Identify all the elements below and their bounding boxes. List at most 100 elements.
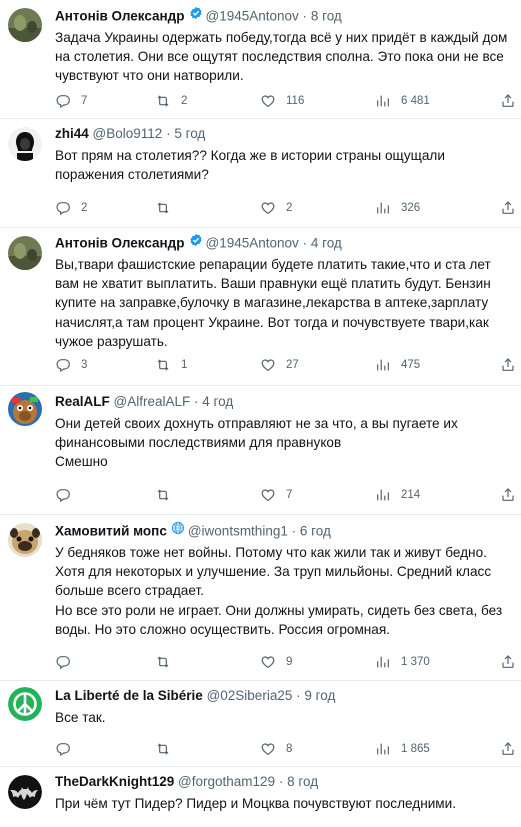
reply-icon	[55, 200, 71, 216]
avatar[interactable]	[8, 8, 42, 42]
reply-button[interactable]: 2	[55, 199, 91, 217]
share-button[interactable]	[500, 740, 521, 758]
views-button[interactable]: 326	[375, 199, 420, 217]
retweet-button[interactable]	[155, 653, 191, 671]
tweet-time[interactable]: 9 год	[304, 688, 335, 703]
author-handle[interactable]: @1945Antonov	[206, 9, 299, 24]
retweet-count: 1	[181, 359, 188, 371]
author-handle[interactable]: @02Siberia25	[207, 688, 293, 703]
tweet-time[interactable]: 8 год	[311, 9, 342, 24]
tweet-header: zhi44 @Bolo9112 · 5 год	[55, 122, 513, 146]
tweet-text: Они детей своих дохнуть отправляют не за…	[55, 416, 458, 470]
share-button[interactable]	[500, 486, 521, 504]
separator-dot: ·	[291, 523, 297, 539]
views-count: 475	[401, 359, 421, 371]
like-button[interactable]: 27	[260, 356, 299, 374]
tweet-time[interactable]: 4 год	[311, 236, 342, 251]
tweet-actions: 2 2 326	[55, 199, 513, 217]
tweet-time[interactable]: 6 год	[300, 524, 331, 539]
reply-icon	[55, 741, 71, 757]
author-name[interactable]: Антонів Олександр	[55, 236, 185, 251]
like-button[interactable]: 9	[260, 653, 296, 671]
reply-button[interactable]	[55, 653, 91, 671]
share-icon	[500, 93, 516, 109]
tweet-header: RealALF @AlfrealALF · 4 год	[55, 390, 513, 414]
tweet-header: Хамовитий мопс @iwontsmthing1 · 6 год	[55, 519, 513, 543]
author-handle[interactable]: @iwontsmthing1	[188, 524, 288, 539]
tweet-time[interactable]: 4 год	[202, 394, 233, 409]
reply-thread: Антонів Олександр @1945Antonov · 8 год За…	[0, 0, 521, 827]
like-count: 2	[286, 202, 293, 214]
reply-button[interactable]	[55, 486, 91, 504]
retweet-button[interactable]	[155, 486, 191, 504]
avatar[interactable]	[8, 236, 42, 270]
author-name[interactable]: Хамовитий мопс	[55, 524, 167, 539]
tweet[interactable]: Антонів Олександр @1945Antonov · 4 год Вы…	[0, 228, 521, 386]
share-button[interactable]	[500, 356, 521, 374]
tweet-time[interactable]: 5 год	[174, 126, 205, 141]
tweet[interactable]: zhi44 @Bolo9112 · 5 год Вот прям на стол…	[0, 119, 521, 228]
views-count: 6 481	[401, 95, 430, 107]
share-button[interactable]	[500, 199, 521, 217]
tweet[interactable]: RealALF @AlfrealALF · 4 год Они детей св…	[0, 386, 521, 515]
author-name[interactable]: TheDarkKnight129	[55, 774, 174, 789]
reply-count: 2	[81, 202, 88, 214]
views-count: 1 370	[401, 656, 430, 668]
tweet[interactable]: TheDarkKnight129 @forgotham129 · 8 год П…	[0, 767, 521, 827]
tweet-text: Все так.	[55, 710, 106, 725]
like-count: 116	[286, 95, 305, 107]
views-button[interactable]: 1 370	[375, 653, 430, 671]
retweet-button[interactable]: 2	[155, 92, 191, 110]
avatar[interactable]	[8, 127, 42, 161]
views-icon	[375, 741, 391, 757]
separator-dot: ·	[302, 235, 308, 251]
tweet[interactable]: La Liberté de la Sibérie @02Siberia25 · …	[0, 681, 521, 767]
author-name[interactable]: RealALF	[55, 394, 110, 409]
retweet-button[interactable]: 1	[155, 356, 191, 374]
reply-button[interactable]: 3	[55, 356, 91, 374]
reply-button[interactable]	[55, 740, 91, 758]
reply-icon	[55, 93, 71, 109]
views-button[interactable]: 214	[375, 486, 420, 504]
author-handle[interactable]: @forgotham129	[178, 774, 275, 789]
author-handle[interactable]: @Bolo9112	[93, 126, 163, 141]
like-button[interactable]: 2	[260, 199, 296, 217]
views-icon	[375, 200, 391, 216]
like-button[interactable]: 116	[260, 92, 304, 110]
retweet-icon	[155, 741, 171, 757]
retweet-count: 2	[181, 95, 188, 107]
author-handle[interactable]: @AlfrealALF	[114, 394, 191, 409]
tweet[interactable]: Антонів Олександр @1945Antonov · 8 год За…	[0, 0, 521, 119]
like-count: 7	[286, 489, 293, 501]
views-button[interactable]: 1 865	[375, 740, 430, 758]
tweet-text: Задача Украины одержать победу,тогда всё…	[55, 30, 508, 84]
share-icon	[500, 200, 516, 216]
avatar[interactable]	[8, 775, 42, 809]
tweet[interactable]: Хамовитий мопс @iwontsmthing1 · 6 год У б…	[0, 515, 521, 681]
reply-button[interactable]: 7	[55, 92, 91, 110]
author-handle[interactable]: @1945Antonov	[206, 236, 299, 251]
retweet-icon	[155, 357, 171, 373]
like-button[interactable]: 7	[260, 486, 296, 504]
author-name[interactable]: zhi44	[55, 126, 89, 141]
retweet-icon	[155, 487, 171, 503]
share-button[interactable]	[500, 92, 521, 110]
tweet-time[interactable]: 8 год	[287, 774, 318, 789]
like-icon	[260, 741, 276, 757]
views-icon	[375, 654, 391, 670]
views-button[interactable]: 475	[375, 356, 420, 374]
avatar[interactable]	[8, 392, 42, 426]
views-count: 214	[401, 489, 421, 501]
like-count: 8	[286, 743, 293, 755]
like-button[interactable]: 8	[260, 740, 296, 758]
retweet-button[interactable]	[155, 199, 191, 217]
share-button[interactable]	[500, 653, 521, 671]
author-name[interactable]: Антонів Олександр	[55, 9, 185, 24]
avatar[interactable]	[8, 687, 42, 721]
like-icon	[260, 200, 276, 216]
avatar[interactable]	[8, 523, 42, 557]
views-button[interactable]: 6 481	[375, 92, 430, 110]
retweet-button[interactable]	[155, 740, 191, 758]
author-name[interactable]: La Liberté de la Sibérie	[55, 688, 203, 703]
like-count: 27	[286, 359, 299, 371]
